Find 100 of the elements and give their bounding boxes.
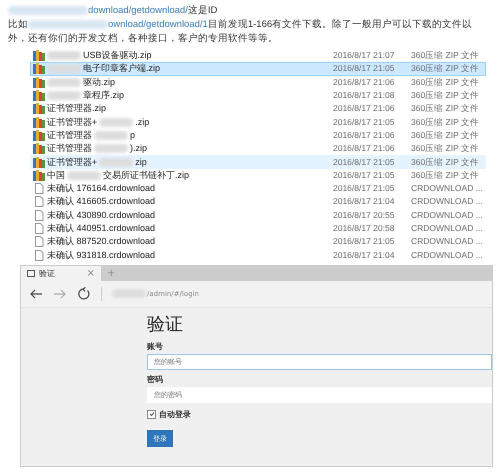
file-name: 未确认 931818.crdownload bbox=[47, 250, 156, 261]
file-type: 360压缩 ZIP 文件 bbox=[411, 130, 480, 141]
file-type: CRDOWNLOAD ... bbox=[411, 250, 484, 261]
file-type: 360压缩 ZIP 文件 bbox=[411, 170, 480, 181]
file-date: 2016/8/17 21:05 bbox=[333, 63, 396, 74]
file-row[interactable]: USB设备驱动.zip 2016/8/17 21:07 360压缩 ZIP 文件 bbox=[30, 49, 486, 62]
file-row[interactable]: 证书管理器.zip 2016/8/17 21:06 360压缩 ZIP 文件 bbox=[30, 102, 486, 116]
text-line: 比如 ownload/getdownload/1目前发现1-166有文件下载。除了一般用户可以下载的文件以 bbox=[8, 19, 474, 31]
file-row[interactable]: 中国 交易所证书链补丁.zip 2016/8/17 21:05 360压缩 ZIP 文件 bbox=[30, 168, 486, 182]
file-row[interactable]: 未确认 440951.crdownload 2016/8/17 20:58 CRDOWNLOAD ... bbox=[30, 222, 486, 236]
redaction-blur bbox=[47, 91, 81, 100]
redaction-blur bbox=[94, 130, 128, 140]
redaction-blur bbox=[47, 64, 81, 74]
file-type: 360压缩 ZIP 文件 bbox=[411, 90, 480, 102]
document-icon bbox=[33, 196, 45, 208]
redaction-blur bbox=[99, 158, 134, 167]
document-icon bbox=[33, 183, 45, 194]
redaction-blur bbox=[94, 144, 128, 154]
file-date: 2016/8/17 21:05 bbox=[333, 170, 396, 181]
file-type: 360压缩 ZIP 文件 bbox=[411, 103, 480, 114]
file-name: 驱动.zip bbox=[47, 76, 333, 88]
archive-icon bbox=[33, 156, 45, 168]
file-row[interactable]: 未确认 887520.crdownload 2016/8/17 21:05 CRDOWNLOAD ... bbox=[30, 235, 486, 248]
file-type: 360压缩 ZIP 文件 bbox=[411, 143, 480, 154]
archive-icon bbox=[33, 103, 45, 114]
browser-tab[interactable]: 验证 × bbox=[21, 266, 101, 281]
text-line: 外，还有你们的开发文档，各种接口，客户的专用软件等等。 bbox=[8, 33, 279, 45]
back-icon[interactable] bbox=[29, 286, 43, 301]
file-date: 2016/8/17 21:06 bbox=[333, 130, 396, 141]
archive-icon bbox=[33, 50, 45, 62]
file-row[interactable]: 证书管理器+ zip 2016/8/17 21:05 360压缩 ZIP 文件 bbox=[30, 155, 486, 169]
file-name: 未确认 176164.crdownload bbox=[47, 183, 156, 194]
file-type: 360压缩 ZIP 文件 bbox=[411, 76, 480, 88]
redaction-blur bbox=[47, 51, 81, 60]
file-row[interactable]: 电子印章客户端.zip 2016/8/17 21:05 360压缩 ZIP 文件 bbox=[30, 62, 486, 76]
file-date: 2016/8/17 21:06 bbox=[333, 143, 396, 154]
text-line: download/getdownload/这是ID bbox=[8, 5, 500, 17]
page-title: 验证 bbox=[147, 314, 184, 336]
file-row[interactable]: 证书管理器+ .zip 2016/8/17 21:05 360压缩 ZIP 文件 bbox=[30, 115, 486, 129]
file-row[interactable]: 未确认 931818.crdownload 2016/8/17 21:04 CRDOWNLOAD ... bbox=[30, 248, 486, 262]
file-row[interactable]: 未确认 416605.crdownload 2016/8/17 21:04 CRDOWNLOAD ... bbox=[30, 195, 486, 209]
file-type: 360压缩 ZIP 文件 bbox=[411, 50, 480, 62]
archive-icon bbox=[33, 143, 45, 154]
refresh-icon[interactable] bbox=[77, 286, 91, 301]
file-date: 2016/8/17 21:06 bbox=[333, 76, 396, 88]
document-icon bbox=[33, 250, 45, 261]
file-name: 电子印章客户端.zip bbox=[47, 63, 333, 74]
file-date: 2016/8/17 21:04 bbox=[333, 250, 396, 261]
file-date: 2016/8/17 20:58 bbox=[333, 223, 396, 234]
file-date: 2016/8/17 21:05 bbox=[333, 183, 396, 194]
file-date: 2016/8/17 21:06 bbox=[333, 103, 396, 114]
file-row[interactable]: 证书管理器 p 2016/8/17 21:06 360压缩 ZIP 文件 bbox=[30, 128, 486, 142]
file-row[interactable]: 未确认 430890.crdownload 2016/8/17 20:55 CRDOWNLOAD ... bbox=[30, 208, 486, 222]
file-date: 2016/8/17 21:08 bbox=[333, 90, 396, 102]
file-date: 2016/8/17 21:04 bbox=[333, 196, 396, 208]
file-name: 未确认 887520.crdownload bbox=[47, 236, 156, 248]
file-type: 360压缩 ZIP 文件 bbox=[411, 63, 480, 74]
file-date: 2016/8/17 21:05 bbox=[333, 156, 396, 168]
redaction-blur bbox=[99, 118, 134, 127]
file-date: 2016/8/17 21:05 bbox=[333, 116, 396, 128]
redaction-blur bbox=[67, 170, 101, 180]
file-date: 2016/8/17 21:05 bbox=[333, 236, 396, 248]
archive-icon bbox=[33, 116, 45, 128]
document-icon bbox=[33, 236, 45, 248]
file-type: CRDOWNLOAD ... bbox=[411, 223, 484, 234]
file-row[interactable]: 驱动.zip 2016/8/17 21:06 360压缩 ZIP 文件 bbox=[30, 76, 486, 89]
file-row[interactable]: 证书管理器 ).zip 2016/8/17 21:06 360压缩 ZIP 文件 bbox=[30, 142, 486, 156]
file-name: USB设备驱动.zip bbox=[47, 50, 333, 62]
file-name: 证书管理器.zip bbox=[47, 103, 108, 114]
file-name: 中国 交易所证书链补丁.zip bbox=[47, 170, 190, 181]
file-name: 未确认 416605.crdownload bbox=[47, 196, 156, 208]
file-name: 证书管理器+ .zip bbox=[47, 116, 150, 128]
redaction-blur bbox=[47, 78, 81, 87]
checkbox-label: 自动登录 bbox=[159, 408, 191, 420]
archive-icon bbox=[33, 170, 45, 181]
file-date: 2016/8/17 21:07 bbox=[333, 50, 396, 62]
archive-icon bbox=[33, 130, 45, 141]
file-type: 360压缩 ZIP 文件 bbox=[411, 116, 480, 128]
field-label: 账号 bbox=[147, 342, 164, 352]
document-icon bbox=[33, 210, 45, 221]
archive-icon bbox=[33, 90, 45, 102]
file-name: 未确认 440951.crdownload bbox=[47, 223, 156, 234]
field-label: 密码 bbox=[147, 374, 164, 385]
file-type: CRDOWNLOAD ... bbox=[411, 183, 484, 194]
file-row[interactable]: 未确认 176164.crdownload 2016/8/17 21:05 CRDOWNLOAD ... bbox=[30, 182, 486, 196]
archive-icon bbox=[33, 63, 45, 74]
file-name: 证书管理器+ zip bbox=[47, 156, 148, 168]
tab-page-icon bbox=[27, 270, 35, 277]
document-icon bbox=[33, 223, 45, 234]
file-name: 章程序.zip bbox=[47, 90, 333, 102]
file-name: 证书管理器 p bbox=[47, 130, 136, 141]
file-row[interactable]: 章程序.zip 2016/8/17 21:08 360压缩 ZIP 文件 bbox=[30, 88, 486, 102]
archive-icon bbox=[33, 76, 45, 88]
file-type: CRDOWNLOAD ... bbox=[411, 210, 484, 221]
file-type: 360压缩 ZIP 文件 bbox=[411, 156, 480, 168]
file-date: 2016/8/17 20:55 bbox=[333, 210, 396, 221]
file-type: CRDOWNLOAD ... bbox=[411, 196, 484, 208]
checkbox[interactable] bbox=[147, 410, 156, 419]
file-name: 未确认 430890.crdownload bbox=[47, 210, 156, 221]
file-name: 证书管理器 ).zip bbox=[47, 143, 148, 154]
